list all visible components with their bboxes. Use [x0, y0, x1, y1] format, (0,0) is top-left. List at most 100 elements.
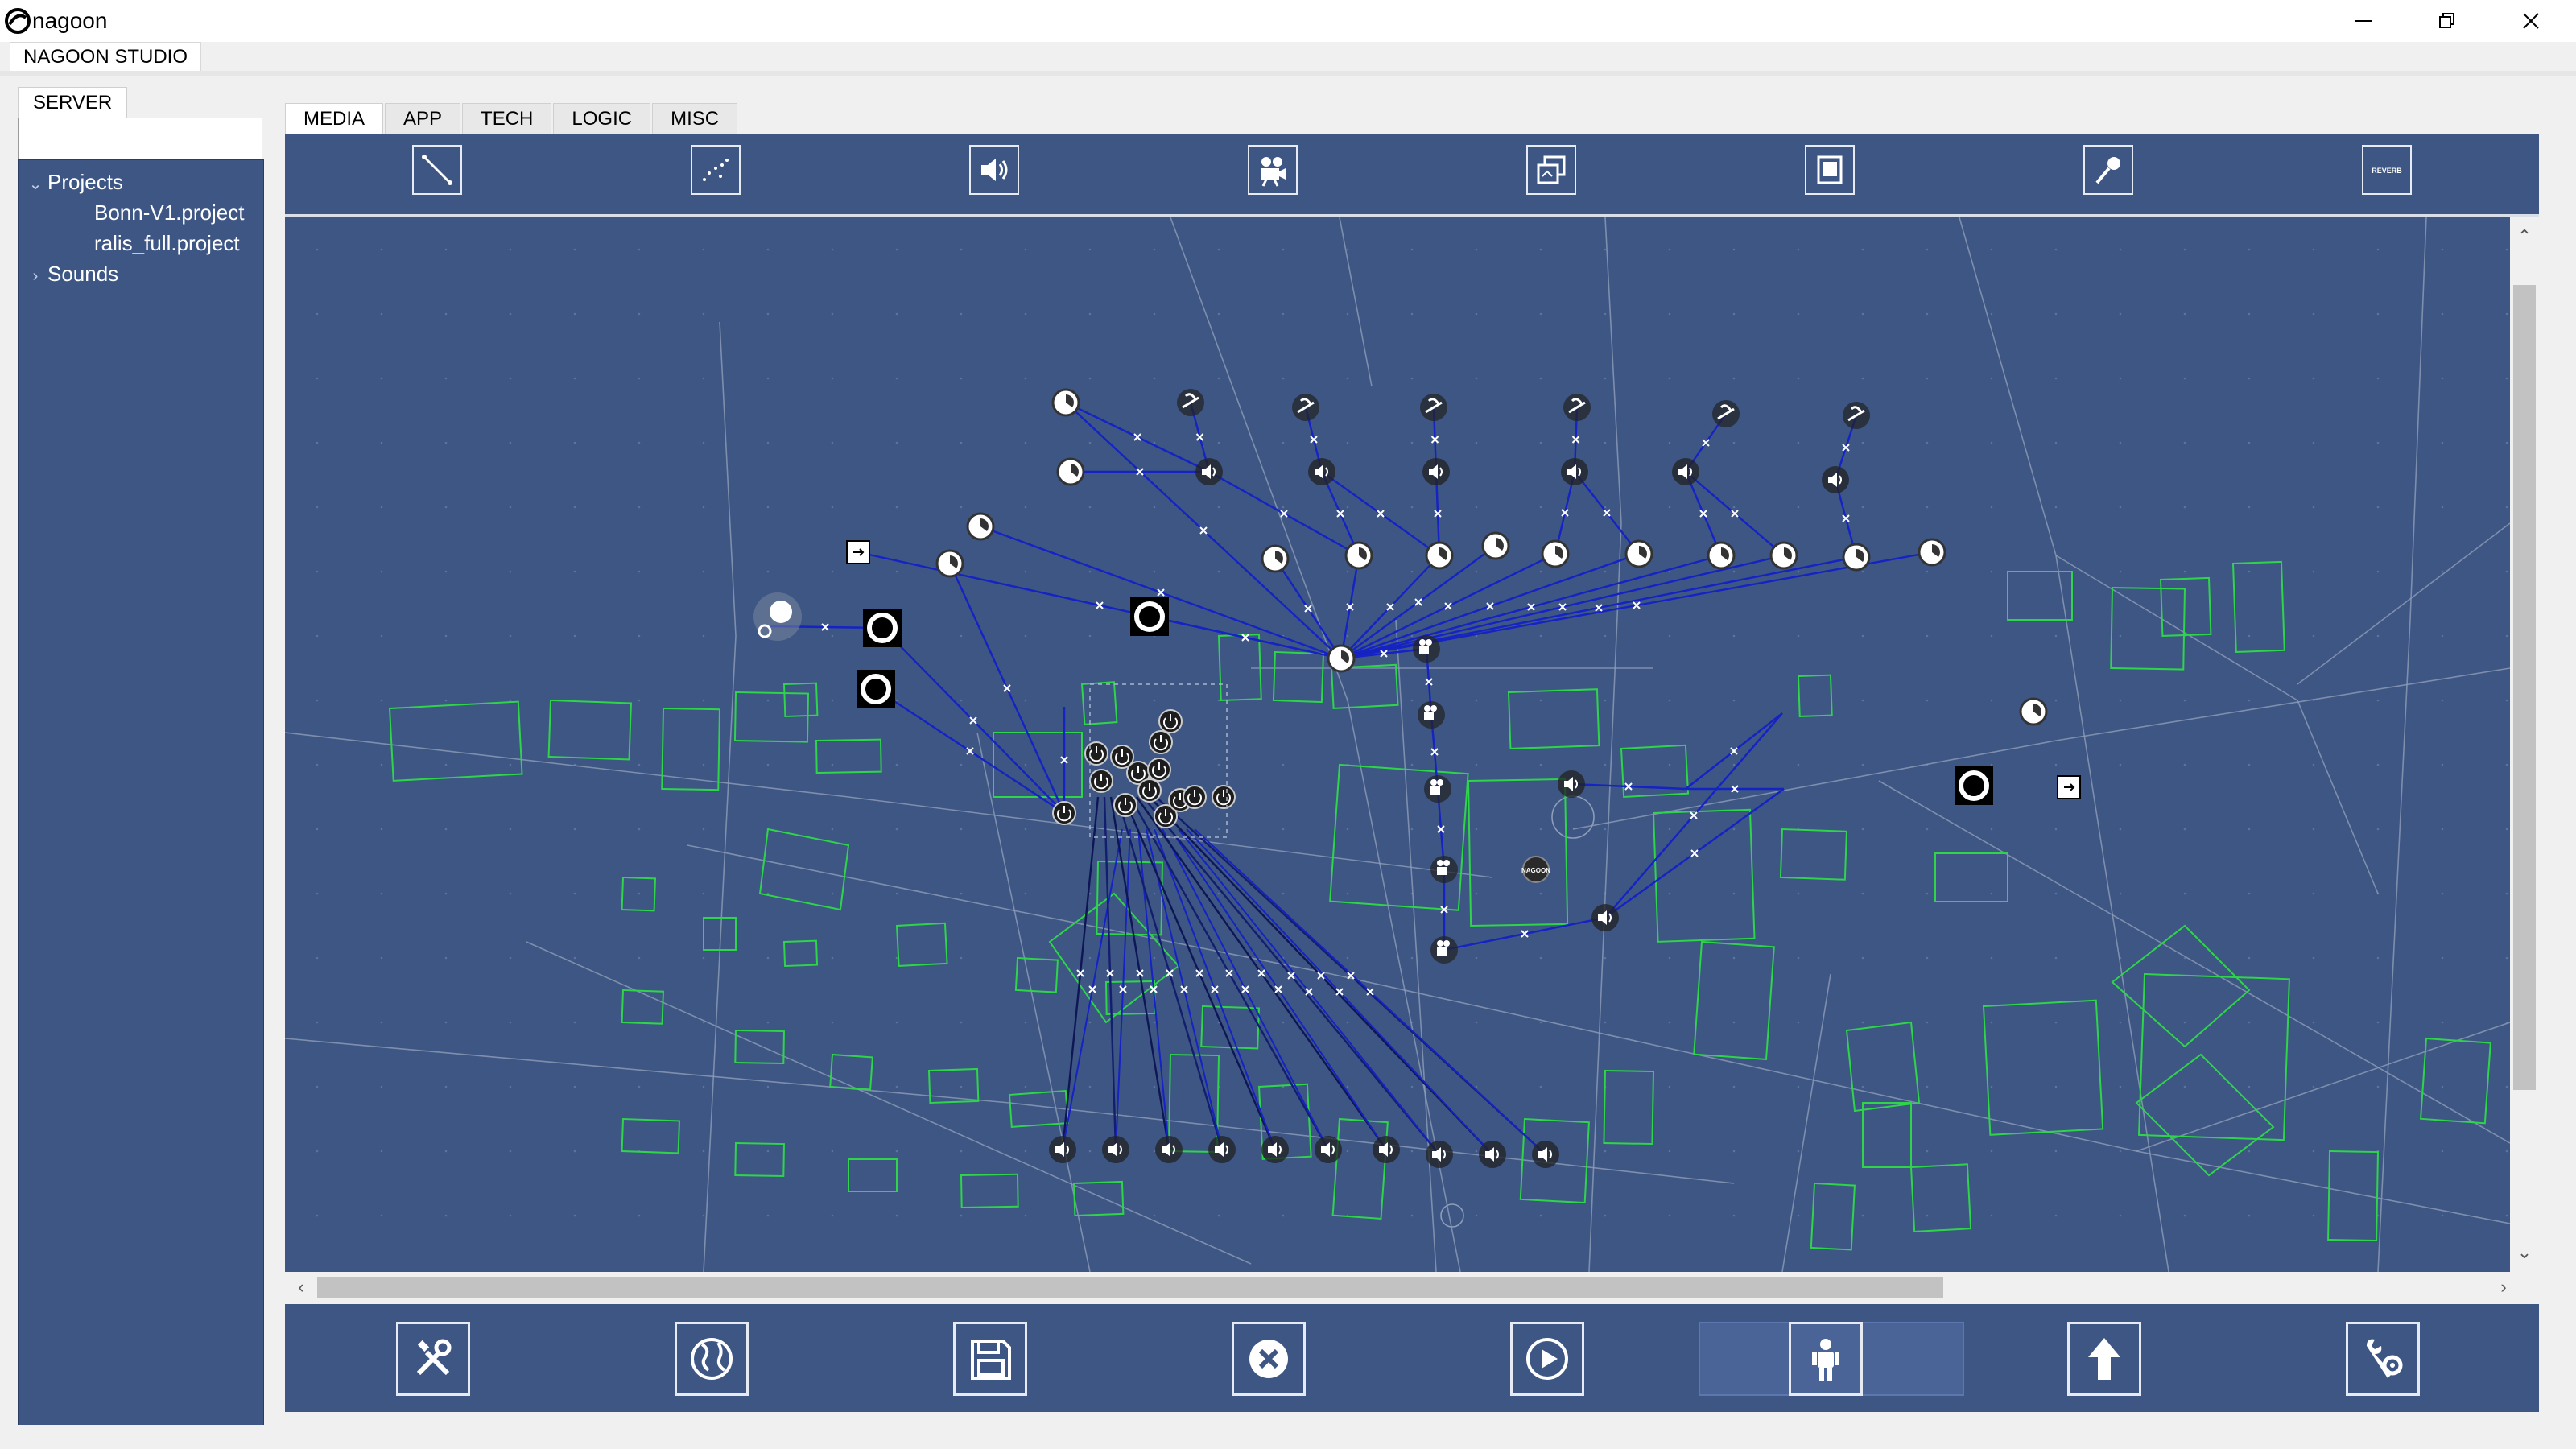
sat-node[interactable]: [1563, 394, 1591, 421]
timer-node[interactable]: [1918, 538, 1946, 567]
timer-node[interactable]: [1344, 541, 1373, 570]
tab-app[interactable]: APP: [385, 103, 461, 134]
cancel-button[interactable]: [1232, 1322, 1306, 1396]
map-canvas[interactable]: NAGOON: [285, 217, 2510, 1272]
timer-node[interactable]: [1327, 644, 1356, 673]
cam-node[interactable]: [1413, 635, 1440, 663]
cam-node[interactable]: [1430, 856, 1458, 883]
timer-node[interactable]: [2019, 697, 2048, 726]
close-window-button[interactable]: [2491, 0, 2571, 42]
minimize-button[interactable]: [2323, 0, 2404, 42]
vertical-scrollbar[interactable]: ⌃ ⌄: [2510, 217, 2539, 1272]
timer-node[interactable]: [1481, 531, 1510, 560]
record-node[interactable]: [1955, 766, 1993, 805]
speaker-node[interactable]: [1426, 1141, 1453, 1168]
play-button[interactable]: [1510, 1322, 1584, 1396]
speaker-node[interactable]: [1315, 1136, 1342, 1163]
timer-node[interactable]: [966, 512, 995, 541]
globe-button[interactable]: [675, 1322, 749, 1396]
sat-node[interactable]: [1292, 394, 1319, 421]
speaker-node[interactable]: [1102, 1136, 1129, 1163]
tree-item-project-file[interactable]: ralis_full.project: [94, 228, 240, 258]
speaker-node[interactable]: [1822, 466, 1849, 493]
tab-media[interactable]: MEDIA: [285, 103, 384, 134]
cam-node[interactable]: [1424, 775, 1451, 803]
microphone-tool-button[interactable]: [2083, 145, 2133, 195]
map-drawing[interactable]: NAGOON: [285, 217, 2510, 1272]
speaker-node[interactable]: [1558, 770, 1585, 798]
timer-node[interactable]: [1425, 541, 1454, 570]
save-button[interactable]: [953, 1322, 1027, 1396]
sat-node[interactable]: [1420, 394, 1447, 421]
record-node[interactable]: [1130, 597, 1169, 636]
speaker-tool-button[interactable]: [969, 145, 1019, 195]
speaker-node[interactable]: [1373, 1136, 1400, 1163]
power-node[interactable]: [1183, 785, 1207, 809]
nagoon-center-node[interactable]: NAGOON: [1521, 856, 1550, 883]
power-node[interactable]: [1158, 709, 1183, 733]
speaker-node[interactable]: [1208, 1136, 1236, 1163]
chevron-right-icon[interactable]: ›: [23, 261, 47, 291]
timer-node[interactable]: [1624, 539, 1653, 568]
timer-node[interactable]: [1541, 539, 1570, 568]
record-node[interactable]: [863, 609, 902, 647]
tab-tech[interactable]: TECH: [462, 103, 552, 134]
exit-node[interactable]: [846, 540, 870, 564]
power-node[interactable]: [1212, 785, 1236, 809]
scroll-up-icon[interactable]: ⌃: [2510, 221, 2539, 253]
dotted-path-button[interactable]: [691, 145, 741, 195]
camera-tool-button[interactable]: [1248, 145, 1298, 195]
power-node[interactable]: [1137, 778, 1162, 803]
speaker-node[interactable]: [1049, 1136, 1076, 1163]
power-node[interactable]: [1052, 801, 1076, 825]
panel-tool-button[interactable]: [1805, 145, 1855, 195]
timer-node[interactable]: [1056, 457, 1085, 486]
power-node[interactable]: [1084, 741, 1108, 766]
person-node[interactable]: [753, 592, 802, 641]
tree-item-project-file[interactable]: Bonn-V1.project: [94, 197, 244, 228]
tree-item-projects[interactable]: ⌄ Projects: [23, 167, 123, 197]
speaker-node[interactable]: [1672, 458, 1699, 485]
speaker-node[interactable]: [1591, 904, 1619, 931]
line-tool-button[interactable]: [412, 145, 462, 195]
power-node[interactable]: [1147, 758, 1171, 782]
server-search-input[interactable]: [18, 118, 262, 159]
cam-node[interactable]: [1430, 936, 1458, 964]
sat-node[interactable]: [1712, 400, 1740, 427]
power-node[interactable]: [1149, 730, 1173, 754]
speaker-node[interactable]: [1195, 458, 1223, 485]
vertical-scroll-thumb[interactable]: [2513, 285, 2536, 1090]
timer-node[interactable]: [1707, 541, 1736, 570]
speaker-node[interactable]: [1479, 1141, 1506, 1168]
sat-node[interactable]: [1177, 389, 1204, 416]
speaker-node[interactable]: [1155, 1136, 1183, 1163]
speaker-node[interactable]: [1532, 1141, 1559, 1168]
scroll-left-icon[interactable]: ‹: [285, 1272, 317, 1302]
chevron-down-icon[interactable]: ⌄: [23, 169, 47, 200]
speaker-node[interactable]: [1561, 458, 1588, 485]
timer-node[interactable]: [1261, 544, 1290, 573]
scroll-right-icon[interactable]: ›: [2487, 1272, 2520, 1302]
settings-button[interactable]: [2346, 1322, 2420, 1396]
person-button[interactable]: [1789, 1322, 1863, 1396]
horizontal-scroll-thumb[interactable]: [317, 1277, 1943, 1298]
speaker-node[interactable]: [1308, 458, 1335, 485]
copy-media-button[interactable]: [1526, 145, 1576, 195]
timer-node[interactable]: [935, 549, 964, 578]
horizontal-scrollbar[interactable]: ‹ ›: [285, 1272, 2539, 1302]
record-node[interactable]: [857, 670, 895, 708]
tab-logic[interactable]: LOGIC: [553, 103, 651, 134]
timer-node[interactable]: [1842, 543, 1871, 572]
power-node[interactable]: [1113, 793, 1137, 817]
exit-node[interactable]: [2057, 775, 2081, 799]
tools-button[interactable]: [396, 1322, 470, 1396]
tree-item-sounds[interactable]: › Sounds: [23, 258, 119, 291]
restore-button[interactable]: [2407, 0, 2487, 42]
tab-misc[interactable]: MISC: [652, 103, 738, 134]
power-node[interactable]: [1089, 769, 1113, 793]
studio-tab[interactable]: NAGOON STUDIO: [10, 42, 202, 72]
upload-button[interactable]: [2067, 1322, 2141, 1396]
timer-node[interactable]: [1051, 388, 1080, 417]
speaker-node[interactable]: [1261, 1136, 1289, 1163]
reverb-tool-button[interactable]: REVERB: [2362, 145, 2412, 195]
